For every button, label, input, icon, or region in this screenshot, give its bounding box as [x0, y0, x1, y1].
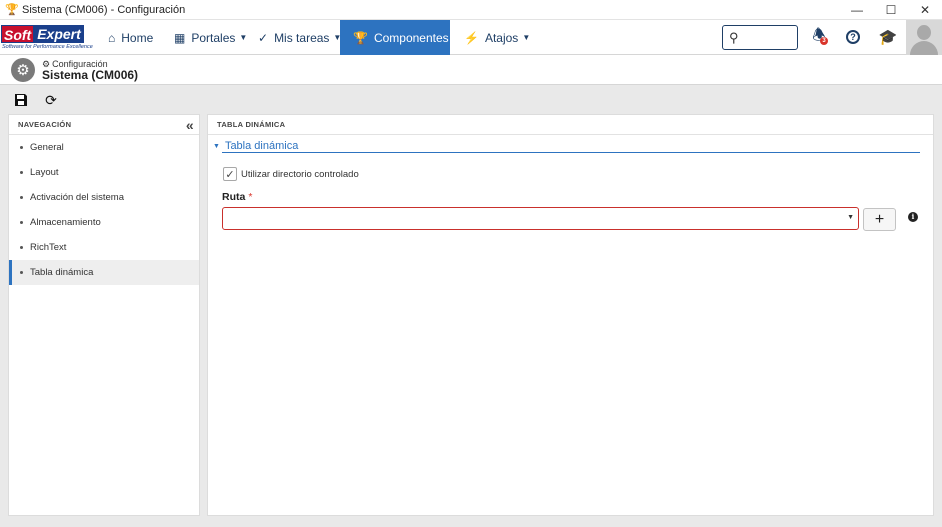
trophy-icon: 🏆	[5, 3, 19, 16]
help-icon: ?	[846, 30, 860, 44]
nav-componentes[interactable]: 🏆 Componentes ▼	[340, 20, 461, 55]
controlled-directory-label: Utilizar directorio controlado	[241, 169, 359, 180]
sidebar-item-richtext[interactable]: RichText	[9, 235, 199, 260]
gear-icon: ⚙	[11, 58, 35, 82]
avatar[interactable]	[906, 20, 942, 55]
home-icon: ⌂	[108, 30, 116, 45]
toolbar: ⟳	[0, 86, 942, 113]
nav-home-label: Home	[121, 30, 154, 45]
section-title: Tabla dinámica	[224, 140, 299, 152]
section-toggle-tabla-dinamica[interactable]: ▼ Tabla dinámica	[213, 140, 298, 152]
checkmark-icon: ✓	[225, 168, 235, 181]
maximize-icon[interactable]: ☐	[874, 0, 908, 20]
search-icon: ⚲	[729, 30, 739, 45]
content-header: TABLA DINÁMICA	[208, 115, 933, 135]
nav-mis-tareas[interactable]: ✓ Mis tareas ▼	[258, 20, 341, 55]
trophy-icon: 🏆	[353, 30, 368, 45]
softexpert-logo[interactable]: Soft Expert Software for Performance Exc…	[1, 25, 93, 53]
save-button[interactable]	[11, 90, 31, 110]
sidebar-item-tabla-dinamica[interactable]: Tabla dinámica	[9, 260, 199, 285]
caret-down-icon: ▼	[213, 142, 220, 150]
sidebar-item-general[interactable]: General	[9, 135, 199, 160]
notification-badge: 3	[820, 37, 828, 45]
section-divider	[222, 152, 920, 153]
nav-mis-tareas-label: Mis tareas	[274, 30, 330, 45]
caret-down-icon: ▼	[522, 33, 531, 42]
close-icon[interactable]: ✕	[908, 0, 942, 20]
grid-icon: ▦	[174, 30, 186, 45]
navigation-header-label: NAVEGACIÓN	[18, 120, 72, 129]
content-header-label: TABLA DINÁMICA	[217, 120, 286, 129]
navigation-header: NAVEGACIÓN «	[9, 115, 199, 135]
ruta-select[interactable]: ▼	[222, 207, 859, 230]
required-marker: *	[248, 191, 253, 203]
content-panel: TABLA DINÁMICA ▼ Tabla dinámica ✓ Utiliz…	[207, 114, 934, 516]
window-titlebar: 🏆 Sistema (CM006) - Configuración — ☐ ✕	[0, 0, 942, 20]
page-title: Sistema (CM006)	[42, 68, 139, 82]
info-icon[interactable]: i	[908, 212, 918, 222]
page-header: ⚙ ⚙ Configuración Sistema (CM006)	[0, 55, 942, 85]
nav-portales[interactable]: ▦ Portales ▼	[174, 20, 247, 55]
minimize-icon[interactable]: —	[840, 0, 874, 20]
refresh-button[interactable]: ⟳	[41, 90, 61, 110]
check-icon: ✓	[258, 30, 269, 45]
nav-atajos[interactable]: ⚡ Atajos ▼	[464, 20, 530, 55]
training-button[interactable]: 🎓	[878, 27, 898, 47]
notifications-button[interactable]: 🕭 3	[809, 27, 829, 47]
nav-atajos-label: Atajos	[484, 30, 519, 45]
controlled-directory-checkbox[interactable]: ✓	[223, 167, 237, 181]
search-input[interactable]	[745, 29, 795, 46]
collapse-double-chevron-icon[interactable]: «	[186, 117, 194, 133]
bolt-icon: ⚡	[464, 30, 479, 45]
graduation-cap-icon: 🎓	[878, 29, 898, 46]
nav-componentes-label: Componentes	[373, 30, 449, 45]
top-navigation: Soft Expert Software for Performance Exc…	[0, 20, 942, 55]
nav-home[interactable]: ⌂ Home	[108, 20, 153, 55]
save-icon	[15, 94, 27, 106]
refresh-icon: ⟳	[45, 91, 57, 108]
sidebar-item-layout[interactable]: Layout	[9, 160, 199, 185]
nav-portales-label: Portales	[191, 30, 236, 45]
search-box[interactable]: ⚲	[722, 25, 798, 50]
caret-down-icon: ▼	[239, 33, 248, 42]
window-title: Sistema (CM006) - Configuración	[22, 3, 186, 16]
navigation-panel: NAVEGACIÓN « General Layout Activación d…	[8, 114, 200, 516]
caret-down-icon: ▼	[452, 33, 461, 42]
add-ruta-button[interactable]: +	[863, 208, 896, 231]
help-button[interactable]: ?	[843, 27, 863, 47]
dropdown-arrow-icon: ▼	[847, 214, 854, 221]
window-controls: — ☐ ✕	[840, 0, 942, 20]
ruta-label: Ruta *	[222, 191, 253, 203]
sidebar-item-activacion[interactable]: Activación del sistema	[9, 185, 199, 210]
navigation-list: General Layout Activación del sistema Al…	[9, 135, 199, 285]
sidebar-item-almacenamiento[interactable]: Almacenamiento	[9, 210, 199, 235]
